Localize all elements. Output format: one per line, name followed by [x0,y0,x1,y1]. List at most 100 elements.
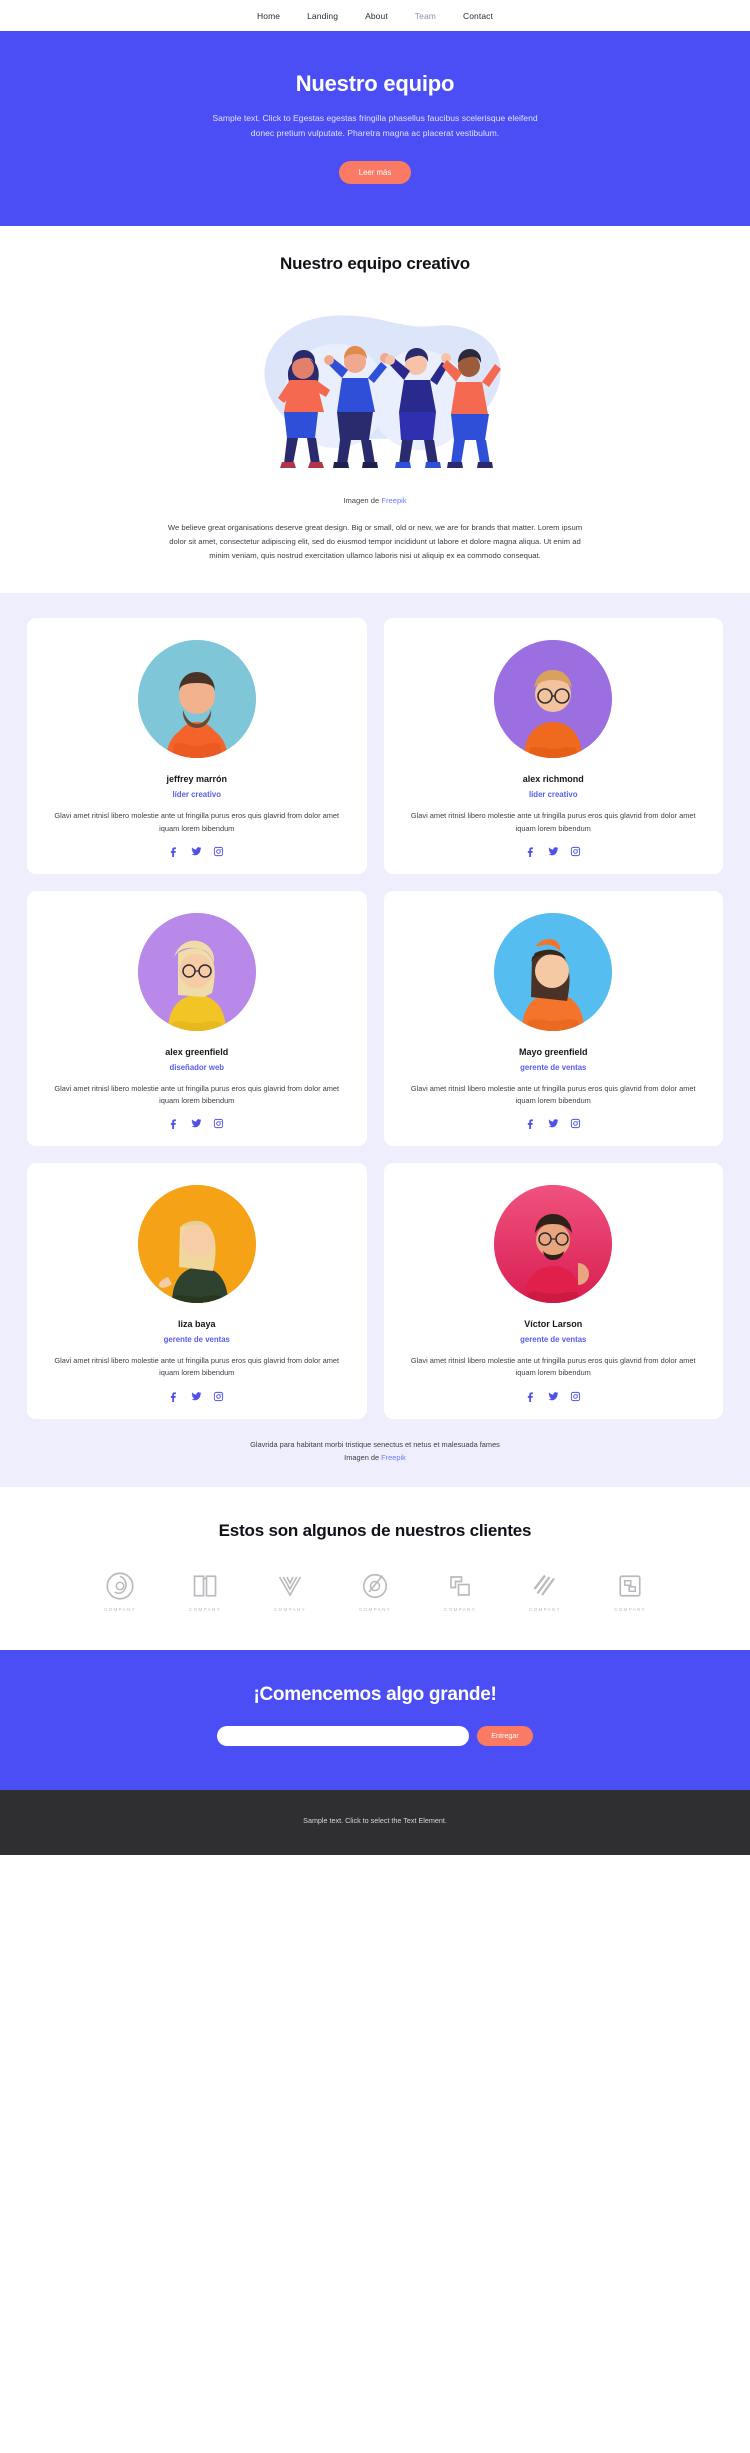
nav-item-contact[interactable]: Contact [463,11,493,21]
social-links [47,1118,347,1130]
member-bio: Glavi amet ritnisl libero molestie ante … [410,1356,696,1378]
read-more-button[interactable]: Leer más [338,160,412,184]
nav-item-landing[interactable]: Landing [307,11,338,21]
client-logo[interactable]: COMPANY [599,1571,661,1612]
wave-lines-logo [278,1576,302,1597]
client-logo-caption: COMPANY [274,1606,306,1612]
member-bio: Glavi amet ritnisl libero molestie ante … [54,1356,340,1378]
member-role: diseñador web [169,1062,225,1072]
member-role: gerente de ventas [520,1062,587,1072]
bracket-block-logo [619,1574,641,1597]
instagram-icon[interactable] [213,1118,224,1129]
image-credit: Imagen de Freepik [0,496,750,505]
main-navigation: Home Landing About Team Contact [0,0,750,31]
team-grid: jeffrey marrón líder creativo Glavi amet… [27,618,723,1419]
nav-item-team[interactable]: Team [415,11,436,21]
email-input[interactable] [217,1725,470,1746]
twitter-icon[interactable] [548,1118,559,1129]
hero-section: Nuestro equipo Sample text. Click to Ege… [0,31,750,226]
freepik-link[interactable]: Freepik [381,496,406,505]
member-name: Víctor Larson [524,1319,583,1330]
social-links [404,1118,704,1130]
team-section: jeffrey marrón líder creativo Glavi amet… [0,593,750,1487]
social-links [404,846,704,857]
instagram-icon[interactable] [570,846,581,857]
client-logo-caption: COMPANY [104,1606,136,1612]
team-footer-credit: Imagen de Freepik [27,1452,723,1465]
facebook-icon[interactable] [169,1118,180,1130]
hero-title: Nuestro equipo [295,71,455,96]
social-links [47,846,347,857]
twitter-icon[interactable] [548,1391,559,1402]
book-open-logo [193,1574,217,1597]
hero-subtitle: Sample text. Click to Egestas egestas fr… [212,113,538,138]
facebook-icon[interactable] [526,1118,537,1130]
corner-squares-logo [450,1575,470,1596]
avatar [137,912,256,1031]
freepik-link-footer[interactable]: Freepik [381,1453,406,1462]
client-logo[interactable]: COMPANY [174,1571,236,1612]
team-member-card[interactable]: alex richmond líder creativo Glavi amet … [383,618,723,874]
team-member-card[interactable]: Víctor Larson gerente de ventas Glavi am… [383,1163,723,1419]
team-footer-line1: Glavrida para habitant morbi tristique s… [250,1439,500,1449]
instagram-icon[interactable] [213,846,224,857]
team-member-card[interactable]: Mayo greenfield gerente de ventas Glavi … [383,890,723,1147]
creative-heading: Nuestro equipo creativo [280,253,470,273]
social-links [47,1391,347,1402]
facebook-icon[interactable] [169,846,180,857]
avatar [494,640,613,759]
facebook-icon[interactable] [526,846,537,857]
member-name: jeffrey marrón [166,774,228,785]
member-bio: Glavi amet ritnisl libero molestie ante … [410,811,696,833]
instagram-icon[interactable] [213,1391,224,1402]
client-logo[interactable]: COMPANY [514,1571,576,1612]
submit-button[interactable]: Entregar [477,1725,533,1746]
circle-slash-logo [362,1573,388,1598]
clients-section: Estos son algunos de nuestros clientes C… [0,1486,750,1650]
client-logo-caption: COMPANY [529,1606,561,1612]
creative-section: Nuestro equipo creativo Imagen de Freepi… [0,225,750,594]
member-name: liza baya [177,1319,216,1330]
social-links [404,1391,704,1402]
cta-section: ¡Comencemos algo grande! Entregar [0,1649,750,1790]
twitter-icon[interactable] [191,1391,202,1402]
member-name: Mayo greenfield [518,1046,588,1057]
team-member-card[interactable]: jeffrey marrón líder creativo Glavi amet… [27,618,367,874]
avatar [494,912,613,1031]
diagonal-stripes-logo [533,1574,555,1596]
team-member-card[interactable]: alex greenfield diseñador web Glavi amet… [27,890,367,1147]
twitter-icon[interactable] [191,846,202,857]
nav-item-home[interactable]: Home [257,11,280,21]
twitter-icon[interactable] [191,1118,202,1129]
client-logo-caption: COMPANY [444,1606,476,1612]
team-footer-prefix: Imagen de [344,1452,382,1462]
member-bio: Glavi amet ritnisl libero molestie ante … [54,1083,340,1105]
client-logo[interactable]: COMPANY [259,1571,321,1612]
client-logo[interactable]: COMPANY [344,1571,406,1612]
client-logo-caption: COMPANY [359,1606,391,1612]
team-footer-note: Glavrida para habitant morbi tristique s… [27,1419,723,1469]
cta-heading: ¡Comencemos algo grande! [253,1683,497,1705]
twitter-icon[interactable] [548,846,559,857]
instagram-icon[interactable] [570,1118,581,1129]
member-role: gerente de ventas [520,1335,587,1345]
page-footer: Sample text. Click to select the Text El… [0,1789,750,1855]
circle-swirl-logo [106,1571,134,1600]
client-logos: COMPANY COMPANY COMPANY COMPANY COMPANY … [0,1571,750,1612]
member-role: líder creativo [172,790,222,800]
facebook-icon[interactable] [169,1391,180,1402]
member-name: alex greenfield [165,1046,229,1057]
member-name: alex richmond [522,774,584,785]
facebook-icon[interactable] [526,1391,537,1402]
client-logo[interactable]: COMPANY [429,1571,491,1612]
image-credit-prefix: Imagen de [343,495,382,505]
client-logo-caption: COMPANY [189,1606,221,1612]
subscribe-form: Entregar [0,1725,750,1746]
instagram-icon[interactable] [570,1391,581,1402]
nav-item-about[interactable]: About [365,11,388,21]
member-bio: Glavi amet ritnisl libero molestie ante … [410,1083,696,1105]
client-logo[interactable]: COMPANY [89,1571,151,1612]
avatar [137,1185,256,1304]
avatar [137,640,256,759]
team-member-card[interactable]: liza baya gerente de ventas Glavi amet r… [27,1163,367,1419]
